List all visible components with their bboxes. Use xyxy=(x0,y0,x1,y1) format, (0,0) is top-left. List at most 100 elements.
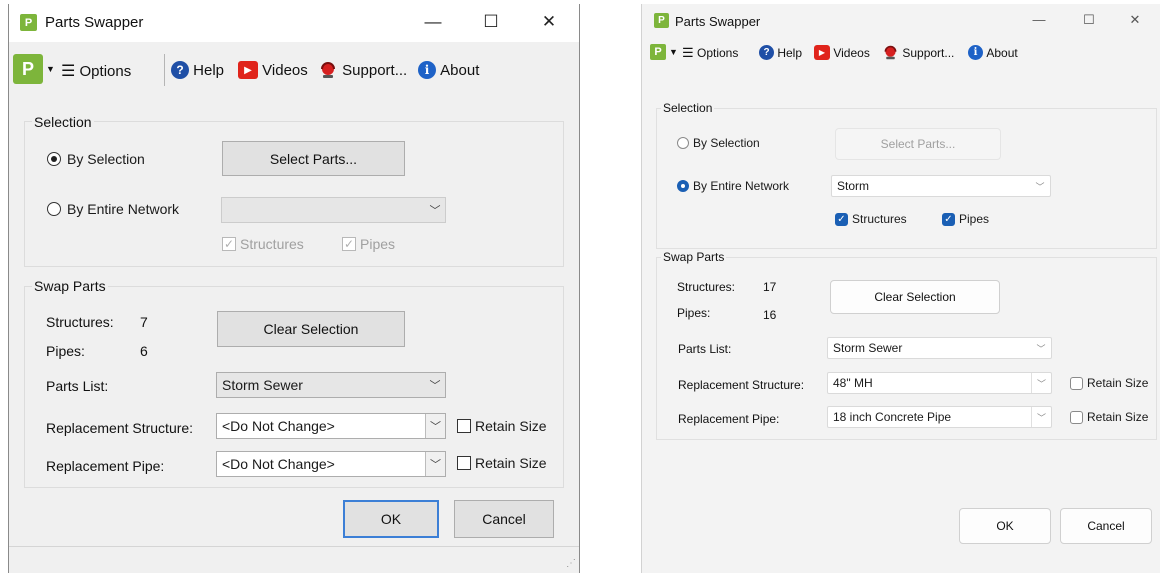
toolbar-separator xyxy=(164,54,165,86)
info-icon: i xyxy=(968,45,983,60)
title-bar: P Parts Swapper — ☐ ✕ xyxy=(642,4,1160,38)
videos-button[interactable]: ▶ Videos xyxy=(238,61,308,79)
app-logo-icon: P xyxy=(20,14,37,31)
pipes-count-value: 16 xyxy=(763,308,777,322)
chevron-down-icon: ﹀ xyxy=(429,380,441,392)
options-button[interactable]: ☰ Options xyxy=(61,61,131,81)
pipes-checkbox-label: Pipes xyxy=(360,236,396,252)
videos-button[interactable]: ▶ Videos xyxy=(814,45,870,60)
structures-checkbox-label: Structures xyxy=(852,212,907,226)
chevron-down-icon: ﹀ xyxy=(1031,407,1051,427)
replacement-pipe-value: 18 inch Concrete Pipe xyxy=(833,410,952,424)
pipe-retain-size-checkbox[interactable]: Retain Size xyxy=(1070,410,1148,424)
support-label: Support... xyxy=(902,45,955,60)
replacement-pipe-label: Replacement Pipe: xyxy=(678,412,780,426)
options-label: Options xyxy=(79,62,132,80)
title-bar: P Parts Swapper — ☐ ✕ xyxy=(9,4,579,42)
clear-selection-button[interactable]: Clear Selection xyxy=(217,311,405,347)
radio-dot xyxy=(677,137,689,149)
clear-selection-button[interactable]: Clear Selection xyxy=(830,280,1000,314)
retain-size-label: Retain Size xyxy=(475,418,547,434)
parts-list-label: Parts List: xyxy=(678,342,732,356)
network-select[interactable]: Storm ﹀ xyxy=(831,175,1051,197)
about-button[interactable]: i About xyxy=(418,61,479,79)
replacement-pipe-select[interactable]: <Do Not Change> ﹀ xyxy=(216,451,446,477)
about-button[interactable]: i About xyxy=(968,45,1018,60)
radio-dot xyxy=(677,180,689,192)
app-menu-button[interactable]: P ▼ xyxy=(650,44,678,60)
parts-swapper-window-classic: P Parts Swapper — ☐ ✕ P ▼ ☰ Options ? He… xyxy=(8,4,580,573)
network-value: Storm xyxy=(837,179,870,193)
parts-list-select[interactable]: Storm Sewer ﹀ xyxy=(827,337,1052,359)
by-selection-radio[interactable]: By Selection xyxy=(47,151,145,167)
structures-checkbox[interactable]: ✓ Structures xyxy=(835,212,907,226)
close-button[interactable]: ✕ xyxy=(1120,12,1150,28)
support-headset-icon xyxy=(882,44,899,61)
pipes-count-label: Pipes: xyxy=(46,343,85,359)
replacement-structure-value: 48" MH xyxy=(833,376,873,390)
structure-retain-size-checkbox[interactable]: Retain Size xyxy=(1070,376,1148,390)
select-parts-button[interactable]: Select Parts... xyxy=(222,141,405,176)
by-entire-network-radio[interactable]: By Entire Network xyxy=(677,179,789,193)
pipes-checkbox[interactable]: ✓ Pipes xyxy=(942,212,989,226)
window-title: Parts Swapper xyxy=(45,14,144,31)
structures-checkbox: ✓ Structures xyxy=(222,236,304,252)
structures-count-value: 7 xyxy=(140,314,148,330)
videos-label: Videos xyxy=(833,45,870,60)
retain-size-label: Retain Size xyxy=(1087,376,1149,390)
by-entire-network-radio[interactable]: By Entire Network xyxy=(47,201,179,217)
checkbox-check-icon: ✓ xyxy=(222,237,236,251)
pipes-checkbox-label: Pipes xyxy=(959,212,990,226)
support-label: Support... xyxy=(342,61,408,79)
by-entire-network-label: By Entire Network xyxy=(67,201,180,217)
chevron-down-icon: ﹀ xyxy=(1035,181,1045,192)
replacement-structure-label: Replacement Structure: xyxy=(678,378,805,392)
help-button[interactable]: ? Help xyxy=(759,45,802,60)
ok-button[interactable]: OK xyxy=(343,500,439,538)
cancel-button[interactable]: Cancel xyxy=(454,500,554,538)
minimize-button[interactable]: — xyxy=(413,12,453,32)
chevron-down-icon: ﹀ xyxy=(425,414,445,438)
replacement-structure-select[interactable]: 48" MH ﹀ xyxy=(827,372,1052,394)
options-label: Options xyxy=(697,46,739,60)
video-play-icon: ▶ xyxy=(238,61,258,79)
by-selection-radio[interactable]: By Selection xyxy=(677,136,760,150)
about-label: About xyxy=(986,45,1018,60)
cancel-button[interactable]: Cancel xyxy=(1060,508,1152,544)
replacement-structure-select[interactable]: <Do Not Change> ﹀ xyxy=(216,413,446,439)
pipe-retain-size-checkbox[interactable]: Retain Size xyxy=(457,455,547,471)
support-button[interactable]: Support... xyxy=(882,44,954,61)
dropdown-caret-icon: ▼ xyxy=(46,64,55,74)
maximize-button[interactable]: ☐ xyxy=(471,12,511,32)
checkbox-box xyxy=(1070,376,1083,390)
resize-grip-icon[interactable]: ⋰ xyxy=(566,558,576,569)
pipes-checkbox: ✓ Pipes xyxy=(342,236,395,252)
replacement-pipe-select[interactable]: 18 inch Concrete Pipe ﹀ xyxy=(827,406,1052,428)
support-button[interactable]: Support... xyxy=(318,60,407,80)
parts-list-value: Storm Sewer xyxy=(222,377,303,393)
options-button[interactable]: ☰ Options xyxy=(682,45,738,61)
help-button[interactable]: ? Help xyxy=(171,61,224,79)
select-parts-button[interactable]: Select Parts... xyxy=(835,128,1001,160)
chevron-down-icon: ﹀ xyxy=(429,205,441,217)
retain-size-label: Retain Size xyxy=(1087,410,1149,424)
radio-dot xyxy=(47,152,61,166)
structure-retain-size-checkbox[interactable]: Retain Size xyxy=(457,418,547,434)
help-icon: ? xyxy=(759,45,774,60)
by-entire-network-label: By Entire Network xyxy=(693,179,790,193)
by-selection-label: By Selection xyxy=(67,151,145,167)
parts-list-select[interactable]: Storm Sewer ﹀ xyxy=(216,372,446,398)
app-menu-button[interactable]: P ▼ xyxy=(13,54,55,84)
replacement-structure-value: <Do Not Change> xyxy=(222,418,335,434)
window-title: Parts Swapper xyxy=(675,14,761,29)
support-headset-icon xyxy=(318,60,338,80)
parts-swapper-window-modern: P Parts Swapper — ☐ ✕ P ▼ ☰ Options ? He… xyxy=(641,4,1160,573)
pipes-count-value: 6 xyxy=(140,343,148,359)
parts-list-value: Storm Sewer xyxy=(833,341,903,355)
minimize-button[interactable]: — xyxy=(1024,12,1054,27)
close-button[interactable]: ✕ xyxy=(529,12,569,32)
maximize-button[interactable]: ☐ xyxy=(1074,12,1104,28)
ok-button[interactable]: OK xyxy=(959,508,1051,544)
help-label: Help xyxy=(777,45,803,60)
app-logo-icon: P xyxy=(650,44,666,60)
